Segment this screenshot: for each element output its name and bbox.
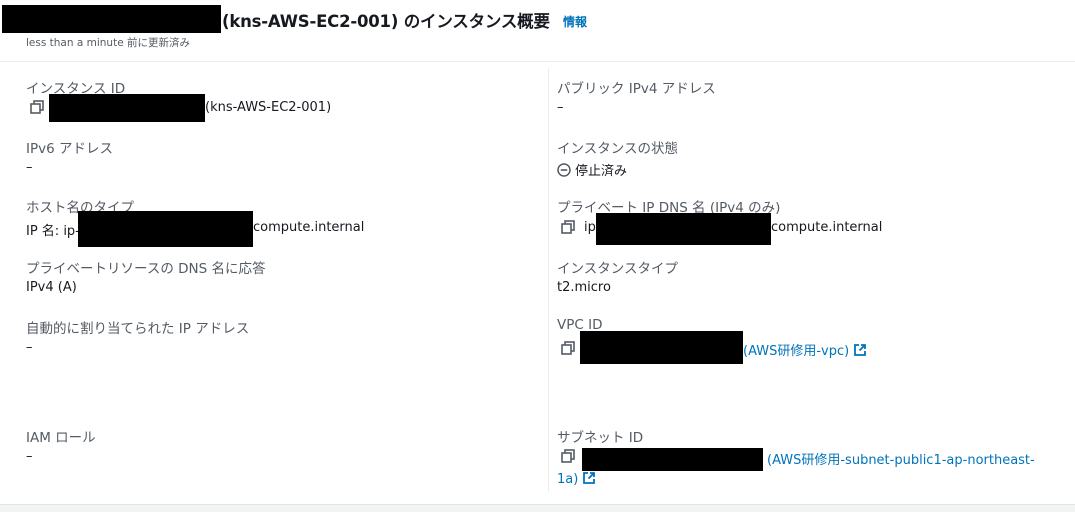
subnet-id-link-line1[interactable]: (AWS研修用-subnet-public1-ap-northeast- [767,449,1035,468]
hostname-type-prefix: IP 名: ip- [26,224,80,239]
info-link[interactable]: 情報 [563,13,587,30]
vpc-id-link[interactable]: (AWS研修用-vpc) [743,340,867,359]
ipv6-label: IPv6 アドレス [26,141,113,157]
iam-role-label: IAM ロール [26,430,96,446]
private-ip-dns-suffix: compute.internal [771,220,883,235]
public-ipv4-label: パブリック IPv4 アドレス [557,81,716,97]
instance-type-label: インスタンスタイプ [557,261,678,277]
subnet-id-label: サブネット ID [557,430,644,446]
instance-summary-panel: (kns-AWS-EC2-001) のインスタンス概要 情報 less than… [0,0,1075,505]
public-ipv4-value: – [557,100,564,115]
redacted-subnet-id [582,448,763,471]
stopped-icon [557,163,571,177]
external-link-icon[interactable] [582,471,596,485]
instance-type-value: t2.micro [557,280,611,295]
column-divider [548,68,549,492]
external-link-icon[interactable] [853,343,867,357]
redacted-hostname [78,211,253,247]
auto-ip-value: – [26,340,33,355]
ipv6-value: – [26,160,33,175]
redacted-instance-id [2,5,221,33]
instance-state-label: インスタンスの状態 [557,141,678,157]
subnet-id-link-line2-text[interactable]: 1a) [557,472,578,487]
summary-header: (kns-AWS-EC2-001) のインスタンス概要 情報 less than… [0,0,1075,62]
redacted-vpc-id [580,331,743,364]
instance-id-value: (kns-AWS-EC2-001) [205,100,332,115]
redacted-private-dns [596,213,771,245]
vpc-id-link-text[interactable]: (AWS研修用-vpc) [743,344,849,359]
copy-icon[interactable] [560,219,576,235]
auto-ip-label: 自動的に割り当てられた IP アドレス [26,321,250,337]
iam-role-value: – [26,449,33,464]
subnet-id-link-line2[interactable]: 1a) [557,471,596,487]
private-ip-dns-prefix: ip [584,220,596,235]
instance-state-text: 停止済み [575,164,628,179]
last-updated-text: less than a minute 前に更新済み [26,37,190,49]
private-dns-answer-value: IPv4 (A) [26,280,77,295]
copy-icon[interactable] [560,448,576,464]
copy-icon[interactable] [560,340,576,356]
private-dns-answer-label: プライベートリソースの DNS 名に応答 [26,261,266,277]
page-title: (kns-AWS-EC2-001) のインスタンス概要 [222,12,550,31]
instance-state-value: 停止済み [557,160,627,179]
copy-icon[interactable] [29,99,45,115]
redacted-instance-id-value [49,94,205,122]
hostname-type-suffix: compute.internal [253,220,365,235]
